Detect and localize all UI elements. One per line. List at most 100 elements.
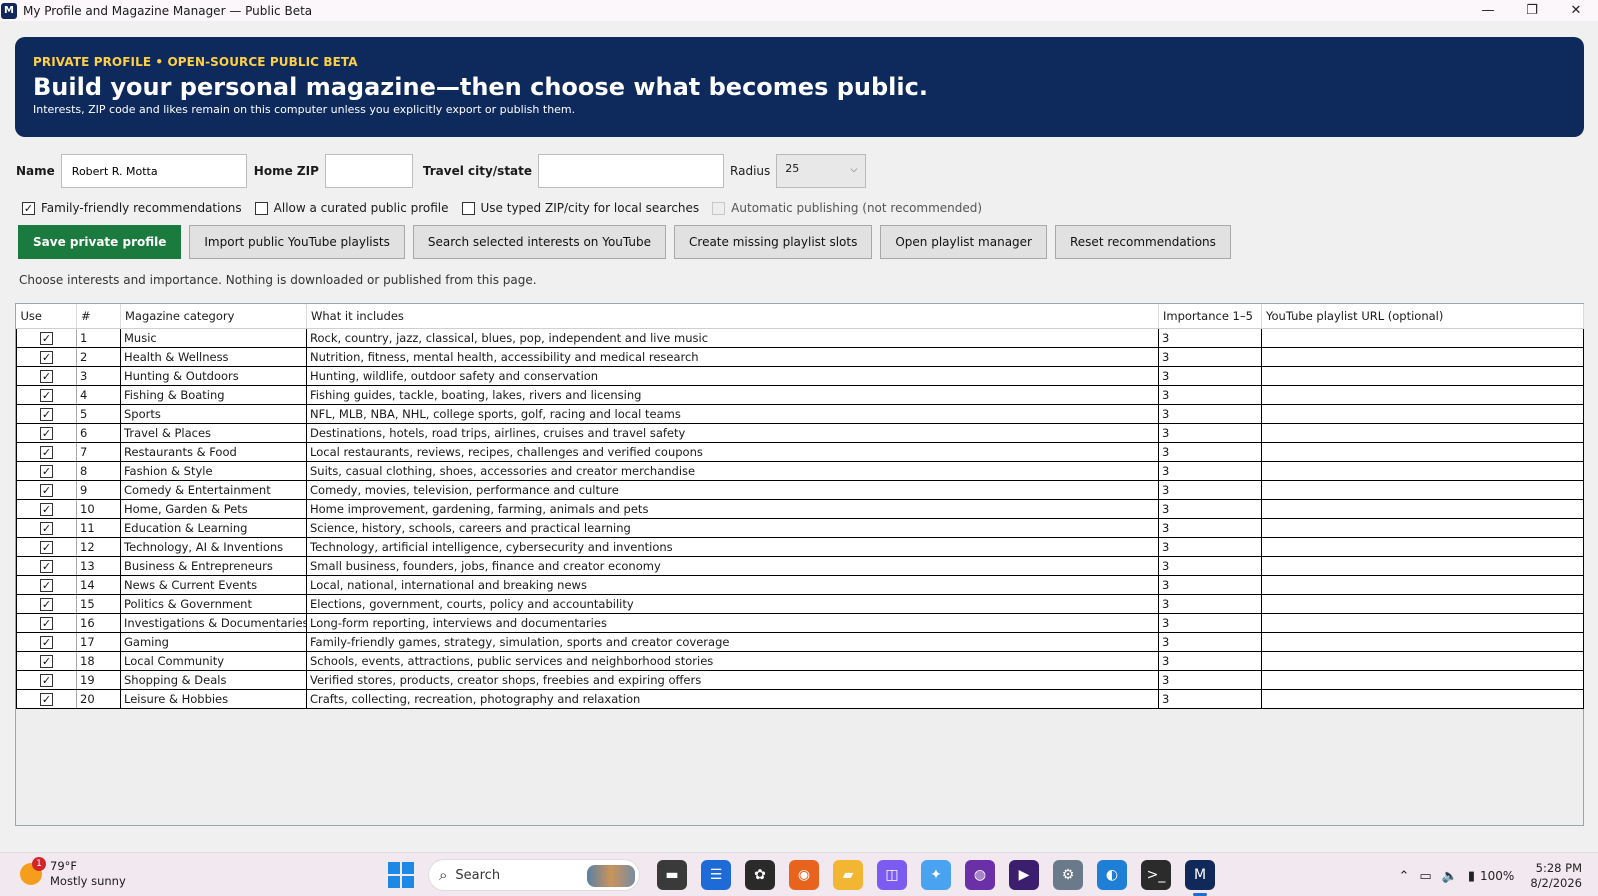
category-cell[interactable]: Travel & Places [120, 423, 307, 443]
playlist-url-cell[interactable] [1261, 594, 1584, 614]
includes-cell[interactable]: Crafts, collecting, recreation, photogra… [306, 689, 1159, 709]
includes-cell[interactable]: Local, national, international and break… [306, 575, 1159, 595]
category-cell[interactable]: Health & Wellness [120, 347, 307, 367]
minimize-icon[interactable]: — [1466, 0, 1510, 21]
includes-cell[interactable]: Suits, casual clothing, shoes, accessori… [306, 461, 1159, 481]
home-zip-field[interactable] [324, 154, 413, 188]
category-cell[interactable]: Leisure & Hobbies [120, 689, 307, 709]
settings-icon[interactable]: ⚙ [1053, 860, 1083, 890]
travel-city-field[interactable] [538, 154, 725, 188]
includes-cell[interactable]: Hunting, wildlife, outdoor safety and co… [306, 366, 1159, 386]
row-checkbox[interactable]: ✓ [40, 445, 53, 459]
importance-cell[interactable]: 3 [1158, 347, 1262, 367]
column-header-category[interactable]: Magazine category [120, 304, 307, 329]
column-header-importance[interactable]: Importance 1–5 [1158, 304, 1262, 329]
table-row[interactable]: ✓ 17 Gaming Family-friendly games, strategy… [16, 632, 1584, 652]
table-row[interactable]: ✓ 18 Local Community Schools, events, attra… [16, 651, 1584, 671]
playlist-url-cell[interactable] [1261, 404, 1584, 424]
table-row[interactable]: ✓ 13 Business & Entrepreneurs Small busines… [16, 556, 1584, 576]
table-row[interactable]: ✓ 3 Hunting & Outdoors Hunting, wildlife, o… [16, 366, 1584, 386]
create-playlist-slots-button[interactable]: Create missing playlist slots [674, 225, 873, 259]
row-checkbox[interactable]: ✓ [40, 388, 53, 402]
table-row[interactable]: ✓ 9 Comedy & Entertainment Comedy, movies, … [16, 480, 1584, 500]
includes-cell[interactable]: Home improvement, gardening, farming, an… [306, 499, 1159, 519]
row-checkbox[interactable]: ✓ [40, 559, 53, 573]
table-row[interactable]: ✓ 15 Politics & Government Elections, gover… [16, 594, 1584, 614]
includes-cell[interactable]: Rock, country, jazz, classical, blues, p… [306, 328, 1159, 348]
playlist-url-cell[interactable] [1261, 613, 1584, 633]
public-profile-checkbox[interactable]: Allow a curated public profile [254, 201, 449, 215]
table-row[interactable]: ✓ 20 Leisure & Hobbies Crafts, collecting, … [16, 689, 1584, 709]
use-cell[interactable]: ✓ [16, 328, 77, 348]
copilot-icon[interactable]: ✦ [921, 860, 951, 890]
game-app-icon[interactable]: ◍ [965, 860, 995, 890]
importance-cell[interactable]: 3 [1158, 480, 1262, 500]
battery-icon[interactable]: ▮ [1468, 869, 1475, 884]
use-cell[interactable]: ✓ [16, 518, 77, 538]
importance-cell[interactable]: 3 [1158, 613, 1262, 633]
table-row[interactable]: ✓ 10 Home, Garden & Pets Home improvement, … [16, 499, 1584, 519]
row-checkbox[interactable]: ✓ [40, 616, 53, 630]
use-cell[interactable]: ✓ [16, 385, 77, 405]
media-player-icon[interactable]: ▶ [1009, 860, 1039, 890]
playlist-url-cell[interactable] [1261, 442, 1584, 462]
firefox-icon[interactable]: ◉ [789, 860, 819, 890]
use-cell[interactable]: ✓ [16, 537, 77, 557]
importance-cell[interactable]: 3 [1158, 328, 1262, 348]
importance-cell[interactable]: 3 [1158, 461, 1262, 481]
table-row[interactable]: ✓ 14 News & Current Events Local, national,… [16, 575, 1584, 595]
notepad-icon[interactable]: ☰ [701, 860, 731, 890]
table-row[interactable]: ✓ 11 Education & Learning Science, history,… [16, 518, 1584, 538]
weather-widget[interactable]: 1 79°F Mostly sunny [20, 857, 126, 889]
search-youtube-button[interactable]: Search selected interests on YouTube [412, 225, 667, 259]
includes-cell[interactable]: Fishing guides, tackle, boating, lakes, … [306, 385, 1159, 405]
file-explorer-dark-icon[interactable]: ▬ [657, 860, 687, 890]
includes-cell[interactable]: Local restaurants, reviews, recipes, cha… [306, 442, 1159, 462]
category-cell[interactable]: Politics & Government [120, 594, 307, 614]
save-profile-button[interactable]: Save private profile [18, 225, 182, 259]
playlist-url-cell[interactable] [1261, 556, 1584, 576]
importance-cell[interactable]: 3 [1158, 423, 1262, 443]
column-header-includes[interactable]: What it includes [306, 304, 1159, 329]
importance-cell[interactable]: 3 [1158, 556, 1262, 576]
importance-cell[interactable]: 3 [1158, 499, 1262, 519]
use-cell[interactable]: ✓ [16, 347, 77, 367]
category-cell[interactable]: Local Community [120, 651, 307, 671]
importance-cell[interactable]: 3 [1158, 689, 1262, 709]
category-cell[interactable]: Home, Garden & Pets [120, 499, 307, 519]
row-checkbox[interactable]: ✓ [40, 502, 53, 516]
table-row[interactable]: ✓ 12 Technology, AI & Inventions Technology… [16, 537, 1584, 557]
table-row[interactable]: ✓ 19 Shopping & Deals Verified stores, prod… [16, 670, 1584, 690]
restore-icon[interactable]: ❐ [1510, 0, 1554, 21]
importance-cell[interactable]: 3 [1158, 575, 1262, 595]
importance-cell[interactable]: 3 [1158, 651, 1262, 671]
category-cell[interactable]: Shopping & Deals [120, 670, 307, 690]
importance-cell[interactable]: 3 [1158, 594, 1262, 614]
volume-icon[interactable]: 🔈 [1442, 869, 1458, 884]
importance-cell[interactable]: 3 [1158, 537, 1262, 557]
playlist-url-cell[interactable] [1261, 423, 1584, 443]
playlist-url-cell[interactable] [1261, 328, 1584, 348]
importance-cell[interactable]: 3 [1158, 670, 1262, 690]
includes-cell[interactable]: Destinations, hotels, road trips, airlin… [306, 423, 1159, 443]
category-cell[interactable]: Business & Entrepreneurs [120, 556, 307, 576]
use-cell[interactable]: ✓ [16, 556, 77, 576]
use-cell[interactable]: ✓ [16, 442, 77, 462]
category-cell[interactable]: Sports [120, 404, 307, 424]
chatgpt-icon[interactable]: ✿ [745, 860, 775, 890]
category-cell[interactable]: Investigations & Documentaries [120, 613, 307, 633]
row-checkbox[interactable]: ✓ [40, 407, 53, 421]
taskbar-search-box[interactable]: ⌕ Search [428, 859, 640, 891]
start-windows-icon[interactable] [388, 862, 414, 888]
playlist-url-cell[interactable] [1261, 366, 1584, 386]
network-icon[interactable]: ▭ [1419, 869, 1431, 884]
playlist-url-cell[interactable] [1261, 632, 1584, 652]
importance-cell[interactable]: 3 [1158, 518, 1262, 538]
includes-cell[interactable]: Elections, government, courts, policy an… [306, 594, 1159, 614]
clock[interactable]: 5:28 PM 8/2/2026 [1530, 861, 1582, 891]
use-cell[interactable]: ✓ [16, 651, 77, 671]
row-checkbox[interactable]: ✓ [40, 331, 53, 345]
table-row[interactable]: ✓ 6 Travel & Places Destinations, hotels, r… [16, 423, 1584, 443]
local-search-checkbox[interactable]: Use typed ZIP/city for local searches [461, 201, 699, 215]
importance-cell[interactable]: 3 [1158, 385, 1262, 405]
